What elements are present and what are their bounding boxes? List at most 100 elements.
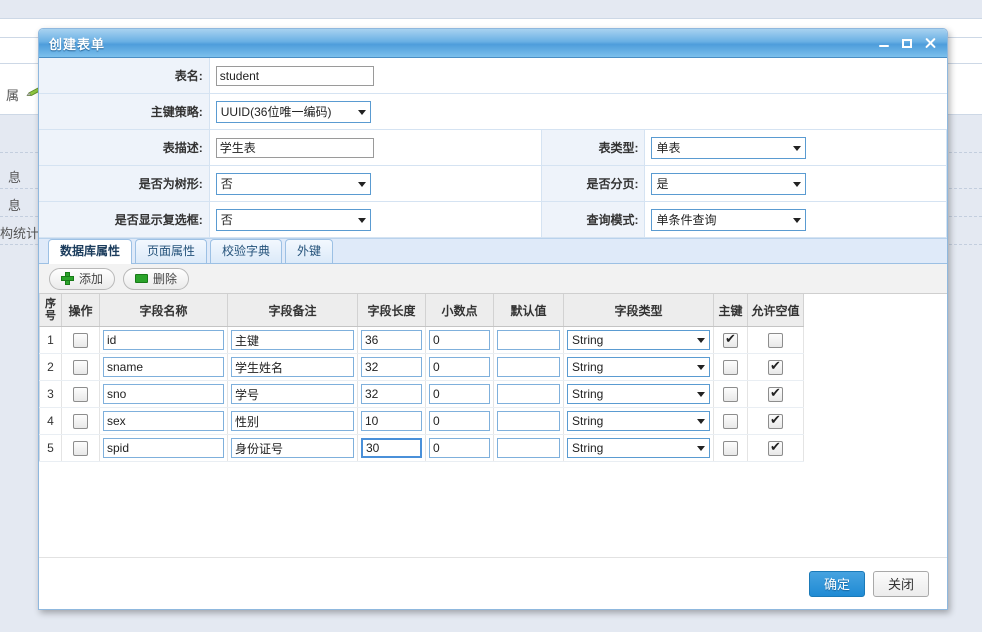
field-remark-input[interactable] (231, 384, 354, 404)
grid-header-remark: 字段备注 (227, 294, 358, 327)
field-length-input[interactable] (361, 411, 422, 431)
primary-key-strategy-select[interactable]: UUID(36位唯一编码) (215, 100, 371, 123)
label-is-paged: 是否分页: (541, 165, 646, 202)
primary-key-checkbox[interactable] (723, 359, 738, 375)
field-name-input[interactable] (103, 384, 224, 404)
field-decimal-cell (425, 434, 494, 462)
add-row-button[interactable]: 添加 (49, 267, 116, 290)
create-table-dialog: 创建表单 表名: 主键策略: UUID(36位唯一编码) (38, 28, 948, 610)
chevron-down-icon (697, 338, 705, 343)
field-remark-cell (227, 326, 358, 354)
field-decimal-input[interactable] (429, 330, 490, 350)
row-select-cell (61, 380, 100, 408)
tab-1[interactable]: 页面属性 (135, 239, 208, 263)
nullable-cell (747, 434, 804, 462)
field-default-input[interactable] (497, 384, 560, 404)
close-dialog-button[interactable]: 关闭 (873, 570, 929, 597)
nullable-checkbox[interactable] (768, 332, 783, 348)
label-table-name: 表名: (39, 58, 210, 94)
field-decimal-input[interactable] (429, 411, 490, 431)
row-select-checkbox[interactable] (73, 386, 88, 402)
field-type-select[interactable]: String (567, 438, 710, 458)
field-name-input[interactable] (103, 357, 224, 377)
dialog-footer: 确定 关闭 (39, 557, 947, 609)
table-row: 5 String (39, 434, 804, 462)
row-select-checkbox[interactable] (73, 332, 88, 348)
nullable-checkbox[interactable] (768, 384, 783, 402)
row-select-checkbox[interactable] (73, 440, 88, 456)
primary-key-checkbox[interactable] (723, 440, 738, 456)
field-name-input[interactable] (103, 330, 224, 350)
form-row-tree-and-paging: 是否为树形: 否 是否分页: 是 (39, 165, 947, 202)
nullable-checkbox[interactable] (768, 357, 783, 375)
table-type-select[interactable]: 单表 (651, 136, 807, 159)
field-decimal-input[interactable] (429, 384, 490, 404)
field-type-select[interactable]: String (567, 384, 710, 404)
nullable-checkbox[interactable] (768, 438, 783, 456)
row-index: 3 (39, 380, 62, 408)
field-name-input[interactable] (103, 438, 224, 458)
field-decimal-input[interactable] (429, 438, 490, 458)
field-decimal-cell (425, 407, 494, 435)
row-select-checkbox[interactable] (73, 413, 88, 429)
nullable-cell (747, 380, 804, 408)
field-length-input[interactable] (361, 357, 422, 377)
field-default-cell (493, 380, 564, 408)
field-name-cell (99, 326, 228, 354)
query-mode-select[interactable]: 单条件查询 (651, 208, 807, 231)
maximize-icon (902, 38, 912, 48)
field-type-cell: String (563, 407, 714, 435)
close-button[interactable] (923, 36, 937, 50)
field-default-input[interactable] (497, 411, 560, 431)
is-paged-select[interactable]: 是 (651, 172, 807, 195)
form-row-primary-key-strategy: 主键策略: UUID(36位唯一编码) (39, 93, 947, 130)
field-type-select[interactable]: String (567, 357, 710, 377)
row-select-checkbox[interactable] (73, 359, 88, 375)
dialog-titlebar[interactable]: 创建表单 (39, 29, 947, 58)
field-length-input[interactable] (361, 330, 422, 350)
window-controls (877, 36, 941, 50)
row-select-cell (61, 434, 100, 462)
field-name-input[interactable] (103, 411, 224, 431)
field-remark-input[interactable] (231, 357, 354, 377)
table-description-input[interactable] (215, 137, 374, 158)
primary-key-checkbox[interactable] (723, 386, 738, 402)
table-row: 2 String (39, 353, 804, 381)
field-remark-input[interactable] (231, 330, 354, 350)
field-type-select[interactable]: String (567, 330, 710, 350)
field-length-input[interactable] (361, 438, 422, 458)
field-default-input[interactable] (497, 438, 560, 458)
table-row: 3 String (39, 380, 804, 408)
field-remark-input[interactable] (231, 411, 354, 431)
field-decimal-input[interactable] (429, 357, 490, 377)
ok-button[interactable]: 确定 (809, 570, 865, 597)
nullable-checkbox[interactable] (768, 411, 783, 429)
grid-header-default: 默认值 (493, 294, 564, 327)
field-remark-input[interactable] (231, 438, 354, 458)
is-tree-select[interactable]: 否 (215, 172, 371, 195)
field-default-input[interactable] (497, 330, 560, 350)
field-name-cell (99, 407, 228, 435)
field-length-input[interactable] (361, 384, 422, 404)
primary-key-checkbox[interactable] (723, 330, 738, 348)
field-name-cell (99, 353, 228, 381)
primary-key-checkbox[interactable] (723, 413, 738, 429)
nullable-cell (747, 353, 804, 381)
tab-2[interactable]: 校验字典 (210, 239, 283, 263)
field-length-cell (357, 434, 426, 462)
field-remark-cell (227, 380, 358, 408)
label-table-type: 表类型: (541, 129, 646, 166)
row-index: 4 (39, 407, 62, 435)
row-select-cell (61, 407, 100, 435)
cell-is-paged: 是 (644, 165, 947, 202)
table-name-input[interactable] (215, 65, 374, 86)
field-type-select[interactable]: String (567, 411, 710, 431)
maximize-button[interactable] (900, 36, 914, 50)
tab-3[interactable]: 外键 (285, 239, 334, 263)
tab-0[interactable]: 数据库属性 (48, 239, 133, 264)
delete-row-button[interactable]: 删除 (123, 267, 190, 290)
field-default-input[interactable] (497, 357, 560, 377)
show-checkbox-select[interactable]: 否 (215, 208, 371, 231)
minimize-button[interactable] (877, 36, 891, 50)
grid-header-decimal: 小数点 (425, 294, 494, 327)
